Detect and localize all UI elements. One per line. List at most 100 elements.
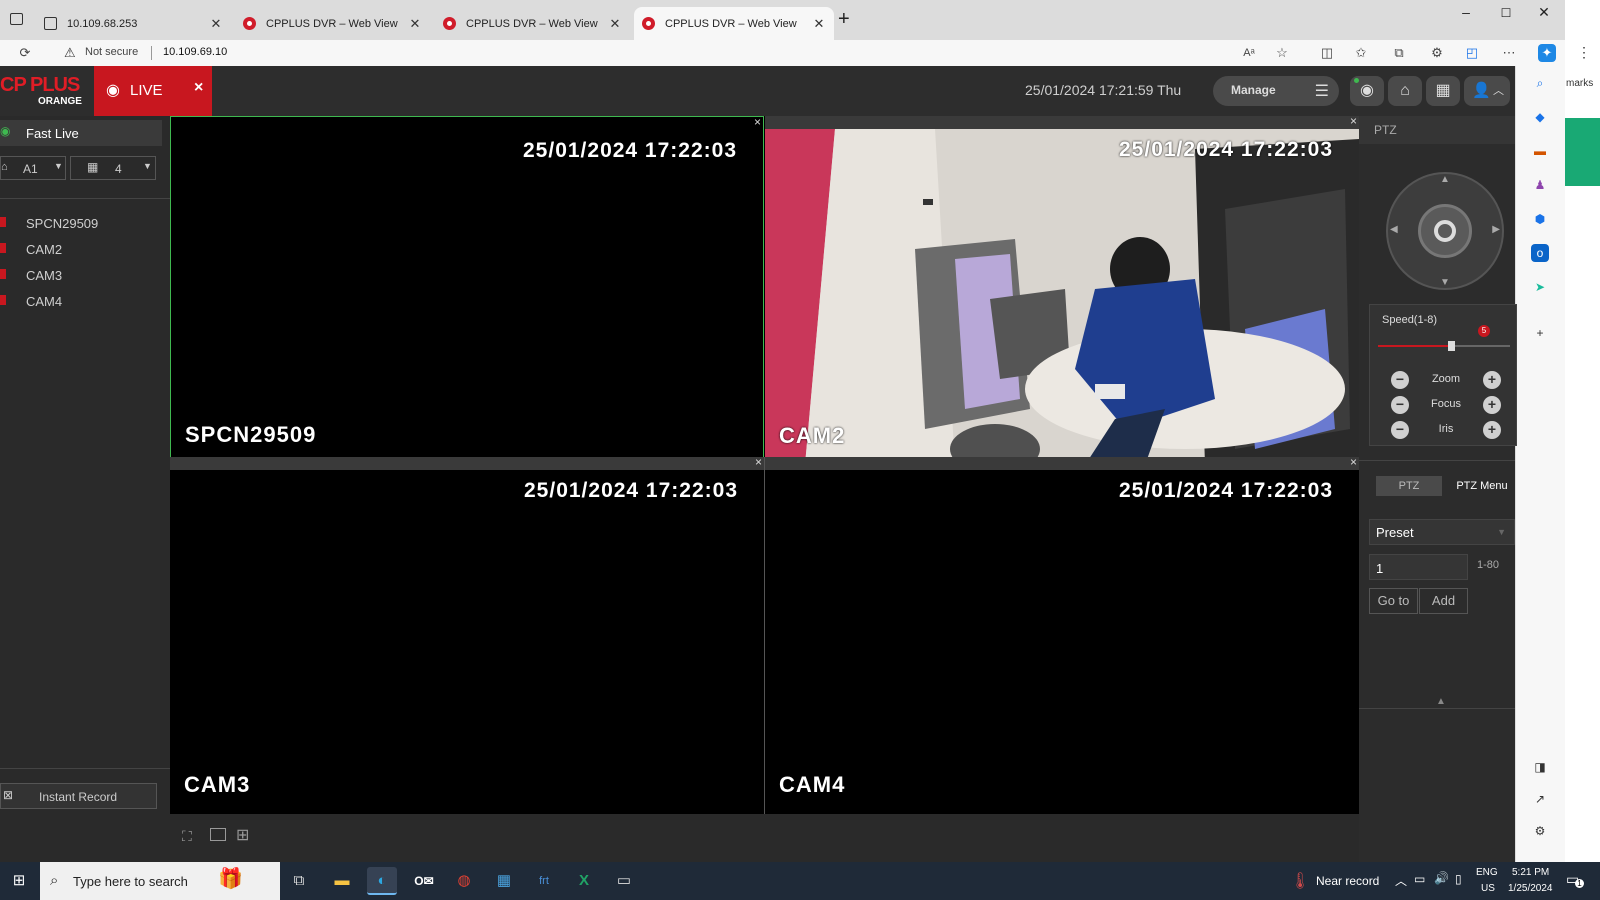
task-view-icon[interactable]: ⧉ <box>284 867 314 895</box>
send-icon[interactable]: ➤ <box>1531 278 1549 296</box>
focus-minus-button[interactable]: − <box>1391 396 1409 414</box>
tab-ptz[interactable]: PTZ <box>1376 476 1442 496</box>
tab-actions-icon[interactable] <box>10 13 23 25</box>
security-label[interactable]: Not secure <box>85 46 138 58</box>
add-icon[interactable]: + <box>1531 324 1549 342</box>
instant-record-button[interactable]: ⊠ Instant Record <box>0 783 157 809</box>
focus-plus-button[interactable]: + <box>1483 396 1501 414</box>
ptz-right-arrow-icon[interactable]: ▶ <box>1492 224 1500 235</box>
tray-expand-icon[interactable]: ︿ <box>1395 872 1407 889</box>
games-icon[interactable]: ♟ <box>1531 176 1549 194</box>
layout-select[interactable]: ▦ 4 ▼ <box>70 156 156 180</box>
clock-date[interactable]: 1/25/2024 <box>1508 883 1553 894</box>
video-cell-cam2[interactable]: × 25/01/2024 17:22:03 CAM2 <box>765 114 1359 465</box>
tab-close-icon[interactable]: ✕ <box>209 16 223 32</box>
maximize-button[interactable]: ☐ <box>1488 6 1524 20</box>
home-icon[interactable]: ⌂ <box>1388 76 1422 106</box>
excel-icon[interactable]: X <box>569 867 599 895</box>
grid-layout-icon[interactable]: ▦ <box>1426 76 1460 106</box>
shopping-tag-icon[interactable]: ◆ <box>1531 108 1549 126</box>
cell-close-icon[interactable]: × <box>1350 455 1357 469</box>
speed-slider-thumb[interactable] <box>1447 341 1455 351</box>
iris-plus-button[interactable]: + <box>1483 421 1501 439</box>
settings-gear-icon[interactable]: ⚙ <box>1531 822 1549 840</box>
ptz-center-button[interactable] <box>1418 204 1472 258</box>
windows-start-icon[interactable]: ⊞ <box>4 867 34 895</box>
browser-tab-3[interactable]: CPPLUS DVR – Web View ✕ <box>435 7 630 40</box>
browser-tab-4[interactable]: CPPLUS DVR – Web View ✕ <box>634 7 834 40</box>
outlook-icon[interactable]: O✉ <box>409 867 439 895</box>
extensions-icon[interactable]: ⚙ <box>1428 44 1446 62</box>
collapse-arrow-icon[interactable]: ▲ <box>1436 696 1446 707</box>
tab-close-icon[interactable]: ✕ <box>812 16 826 32</box>
preset-select[interactable]: Preset ▼ <box>1369 519 1515 545</box>
sidebar-toggle-icon[interactable]: ◨ <box>1531 758 1549 776</box>
network-icon[interactable]: ▭ <box>1414 872 1425 886</box>
speed-slider[interactable] <box>1378 341 1510 351</box>
video-cell-cam3[interactable]: × 25/01/2024 17:22:03 CAM3 <box>170 455 764 814</box>
office-icon[interactable]: ⬢ <box>1531 210 1549 228</box>
refresh-icon[interactable]: ⟳ <box>16 44 34 62</box>
goto-button[interactable]: Go to <box>1369 588 1418 614</box>
zoom-in-button[interactable]: + <box>1483 371 1501 389</box>
video-cell-spcn29509[interactable]: × 25/01/2024 17:22:03 SPCN29509 <box>170 115 764 465</box>
chrome-icon[interactable]: ◍ <box>449 867 479 895</box>
ptz-left-arrow-icon[interactable]: ◀ <box>1390 224 1398 235</box>
app-launcher-icon[interactable]: frt <box>529 867 559 895</box>
add-preset-button[interactable]: Add <box>1419 588 1468 614</box>
taskbar-search-box[interactable]: ⌕ Type here to search 🎁 <box>40 862 280 900</box>
outlook-icon[interactable]: o <box>1531 244 1549 262</box>
minimize-button[interactable]: – <box>1448 4 1484 20</box>
terminal-icon[interactable]: ▭ <box>609 867 639 895</box>
split-screen-icon[interactable]: ◫ <box>1318 44 1336 62</box>
single-view-icon[interactable] <box>210 828 226 841</box>
file-explorer-icon[interactable]: ▬ <box>327 867 357 895</box>
group-select[interactable]: ⌂ A1 ▼ <box>0 156 66 180</box>
browser-tab-2[interactable]: CPPLUS DVR – Web View ✕ <box>235 7 430 40</box>
browser-tab-1[interactable]: 10.109.68.253 ✕ <box>36 7 231 40</box>
cell-close-icon[interactable]: × <box>1350 114 1357 128</box>
camera-item-cam3[interactable]: CAM3 <box>26 268 62 283</box>
collections-icon[interactable]: ⧉ <box>1390 44 1408 62</box>
open-external-icon[interactable]: ↗ <box>1531 790 1549 808</box>
tab-close-icon[interactable]: ✕ <box>608 16 622 32</box>
copilot-icon[interactable]: ✦ <box>1538 44 1556 62</box>
language-bottom[interactable]: US <box>1481 883 1495 894</box>
calculator-icon[interactable]: ▦ <box>489 867 519 895</box>
clock-time[interactable]: 5:21 PM <box>1512 867 1549 878</box>
camera-item-cam4[interactable]: CAM4 <box>26 294 62 309</box>
cell-close-icon[interactable]: × <box>755 455 762 469</box>
manage-button[interactable]: Manage ☰ <box>1213 76 1339 106</box>
more-menu-icon[interactable]: ⋯ <box>1500 44 1518 62</box>
camera-item-cam2[interactable]: CAM2 <box>26 242 62 257</box>
zoom-out-button[interactable]: − <box>1391 371 1409 389</box>
search-icon[interactable]: ⌕ <box>1531 74 1549 92</box>
favorite-star-icon[interactable]: ☆ <box>1273 44 1291 62</box>
quad-view-icon[interactable]: ⊞ <box>236 825 249 845</box>
weather-label[interactable]: Near record <box>1316 874 1379 888</box>
fast-live-header[interactable]: ◉ Fast Live <box>0 120 162 146</box>
close-window-button[interactable]: ✕ <box>1526 4 1562 21</box>
camera-item-spcn29509[interactable]: SPCN29509 <box>26 216 98 231</box>
notification-button[interactable]: ▭ 1 <box>1566 871 1584 889</box>
tools-icon[interactable]: ▬ <box>1531 142 1549 160</box>
live-tab[interactable]: ◉ LIVE × <box>94 66 212 116</box>
favorites-icon[interactable]: ✩ <box>1352 44 1370 62</box>
preset-number-input[interactable]: 1 <box>1369 554 1468 580</box>
cell-close-icon[interactable]: × <box>754 115 761 129</box>
volume-icon[interactable]: 🔊 <box>1434 871 1449 885</box>
fit-screen-icon[interactable]: ⛶ <box>182 828 192 845</box>
live-close-icon[interactable]: × <box>194 79 203 97</box>
user-menu-button[interactable]: 👤 ︿ <box>1464 76 1510 106</box>
language-top[interactable]: ENG <box>1476 867 1498 878</box>
browser-essentials-icon[interactable]: ◰ <box>1463 44 1481 62</box>
new-tab-button[interactable]: + <box>838 8 850 31</box>
ptz-direction-pad[interactable]: ▲ ▼ ◀ ▶ <box>1386 172 1504 290</box>
tab-ptz-menu[interactable]: PTZ Menu <box>1449 476 1515 496</box>
ptz-down-arrow-icon[interactable]: ▼ <box>1440 277 1450 288</box>
ptz-up-arrow-icon[interactable]: ▲ <box>1440 174 1450 185</box>
tab-close-icon[interactable]: ✕ <box>408 16 422 32</box>
url-field[interactable]: 10.109.69.10 <box>163 46 227 58</box>
battery-icon[interactable]: ▯ <box>1455 872 1462 886</box>
edge-browser-icon[interactable]: ◐ <box>367 867 397 895</box>
